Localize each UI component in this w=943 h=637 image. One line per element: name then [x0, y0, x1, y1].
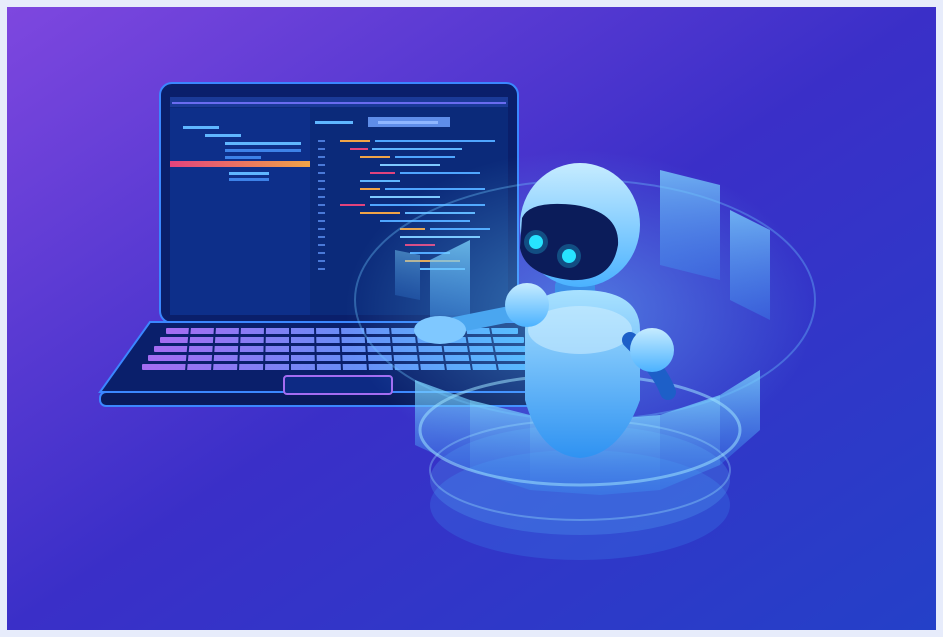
robot-right-shoulder: [630, 328, 674, 372]
illustration-canvas: [0, 0, 943, 637]
selected-file-highlight: [170, 161, 310, 167]
robot-left-shoulder: [505, 283, 549, 327]
illustration-svg: [0, 0, 943, 637]
code-sidebar: [170, 108, 310, 315]
robot-left-hand: [414, 316, 466, 344]
